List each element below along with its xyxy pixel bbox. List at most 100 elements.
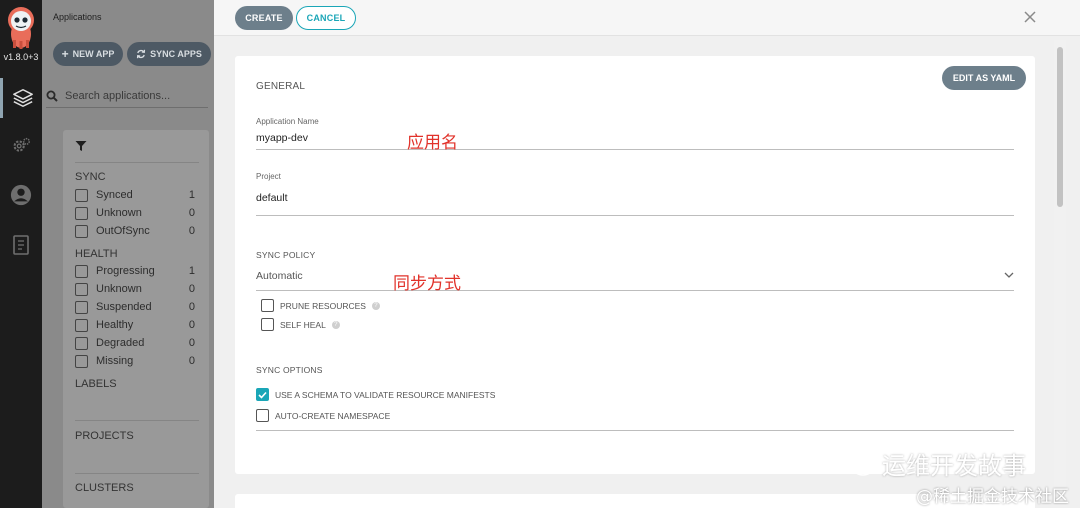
gear-icon <box>13 137 30 152</box>
self-heal-checkbox[interactable] <box>261 318 274 331</box>
health-filter-title: HEALTH <box>75 248 118 260</box>
filter-checkbox[interactable] <box>75 264 88 278</box>
filter-checkbox[interactable] <box>75 318 88 332</box>
app-name-underline <box>256 149 1014 150</box>
prune-resources-option[interactable]: PRUNE RESOURCES ? <box>261 299 380 312</box>
argo-logo-icon[interactable] <box>5 4 37 50</box>
clusters-filter-title: CLUSTERS <box>75 482 134 494</box>
new-app-button[interactable]: + NEW APP <box>53 42 123 66</box>
filter-checkbox[interactable] <box>75 206 88 220</box>
filter-checkbox[interactable] <box>75 354 88 368</box>
prune-resources-label: PRUNE RESOURCES <box>280 300 366 311</box>
filter-count: 0 <box>188 337 195 349</box>
nav-settings[interactable] <box>0 126 42 166</box>
filter-label: Degraded <box>96 337 145 349</box>
nav-rail: v1.8.0+3 <box>0 0 42 508</box>
schema-validate-option[interactable]: USE A SCHEMA TO VALIDATE RESOURCE MANIFE… <box>256 388 495 401</box>
prune-resources-checkbox[interactable] <box>261 299 274 312</box>
edit-as-yaml-button[interactable]: EDIT AS YAML <box>942 66 1026 90</box>
filter-count: 0 <box>188 225 195 237</box>
labels-filter-title: LABELS <box>75 378 117 390</box>
general-card: EDIT AS YAML GENERAL Application Name my… <box>235 56 1035 474</box>
health-filter-unknown[interactable]: Unknown 0 <box>75 280 195 298</box>
filter-checkbox[interactable] <box>75 188 88 202</box>
auto-create-namespace-checkbox[interactable] <box>256 409 269 422</box>
filter-count: 0 <box>188 355 195 367</box>
help-icon[interactable]: ? <box>371 301 380 310</box>
health-filter-progressing[interactable]: Progressing 1 <box>75 262 195 280</box>
scrollbar-thumb[interactable] <box>1057 47 1063 207</box>
filter-count: 1 <box>188 189 195 201</box>
general-section-title: GENERAL <box>256 81 306 92</box>
filter-label: Missing <box>96 355 134 367</box>
nav-docs[interactable] <box>0 225 42 265</box>
close-icon[interactable] <box>1022 9 1038 25</box>
docs-icon <box>13 235 29 255</box>
app-name-label: Application Name <box>256 117 319 126</box>
checkmark-icon <box>258 391 267 399</box>
version-label: v1.8.0+3 <box>3 52 39 62</box>
filter-count: 1 <box>188 265 195 277</box>
filter-checkbox[interactable] <box>75 336 88 350</box>
filter-count: 0 <box>188 319 195 331</box>
divider <box>75 473 199 474</box>
source-card <box>235 494 1035 508</box>
wechat-logo-icon <box>839 451 874 476</box>
user-icon <box>10 184 32 206</box>
sync-filter-unknown[interactable]: Unknown 0 <box>75 204 195 222</box>
nav-applications[interactable] <box>0 78 42 118</box>
filter-checkbox[interactable] <box>75 282 88 296</box>
search-input[interactable] <box>65 89 205 102</box>
filter-icon <box>75 141 87 151</box>
filter-label: Progressing <box>96 265 155 277</box>
filter-count: 0 <box>188 207 195 219</box>
filter-label: Unknown <box>96 283 142 295</box>
health-filter-healthy[interactable]: Healthy 0 <box>75 316 195 334</box>
sync-policy-select[interactable]: Automatic <box>256 270 303 282</box>
health-filter-missing[interactable]: Missing 0 <box>75 352 195 370</box>
sync-apps-button[interactable]: SYNC APPS <box>127 42 211 66</box>
schema-validate-checkbox[interactable] <box>256 388 269 401</box>
panel-toolbar: CREATE CANCEL <box>214 0 1080 36</box>
filter-label: Healthy <box>96 319 134 331</box>
search-icon <box>46 90 58 102</box>
health-filter-suspended[interactable]: Suspended 0 <box>75 298 195 316</box>
project-label: Project <box>256 172 281 181</box>
sync-filter-title: SYNC <box>75 171 106 183</box>
filter-label: Unknown <box>96 207 142 219</box>
filter-checkbox[interactable] <box>75 300 88 314</box>
chevron-down-icon[interactable] <box>1004 271 1014 279</box>
create-button[interactable]: CREATE <box>235 6 293 30</box>
self-heal-option[interactable]: SELF HEAL ? <box>261 318 340 331</box>
project-input[interactable]: default <box>256 192 288 204</box>
sync-apps-label: SYNC APPS <box>150 49 202 59</box>
app-name-input[interactable]: myapp-dev <box>256 132 308 144</box>
search-bar <box>46 84 208 108</box>
filter-panel: SYNC Synced 1 Unknown 0 OutOfSync 0 HEALTH Pr… <box>63 130 209 508</box>
sync-options-section-title: SYNC OPTIONS <box>256 365 323 375</box>
help-icon[interactable]: ? <box>331 320 340 329</box>
filter-count: 0 <box>188 301 195 313</box>
sync-filter-outofsync[interactable]: OutOfSync 0 <box>75 222 195 240</box>
filter-checkbox[interactable] <box>75 224 88 238</box>
project-underline <box>256 215 1014 216</box>
page-title: Applications <box>53 12 102 22</box>
app-name-annotation: 应用名 <box>407 133 458 153</box>
sync-policy-underline <box>256 290 1014 291</box>
health-filter-degraded[interactable]: Degraded 0 <box>75 334 195 352</box>
filter-label: Suspended <box>96 301 152 313</box>
self-heal-label: SELF HEAL <box>280 319 326 330</box>
auto-create-namespace-option[interactable]: AUTO-CREATE NAMESPACE <box>256 409 390 422</box>
sync-options-underline <box>256 430 1014 431</box>
sync-icon <box>137 49 146 59</box>
sync-policy-section-title: SYNC POLICY <box>256 250 316 260</box>
sync-filter-synced[interactable]: Synced 1 <box>75 186 195 204</box>
projects-filter-title: PROJECTS <box>75 430 134 442</box>
cancel-button[interactable]: CANCEL <box>296 6 356 30</box>
sync-policy-annotation: 同步方式 <box>393 274 461 294</box>
schema-validate-label: USE A SCHEMA TO VALIDATE RESOURCE MANIFE… <box>275 389 496 400</box>
nav-user-info[interactable] <box>0 175 42 215</box>
divider <box>75 162 199 163</box>
new-app-label: NEW APP <box>72 49 115 59</box>
filter-label: Synced <box>96 189 133 201</box>
